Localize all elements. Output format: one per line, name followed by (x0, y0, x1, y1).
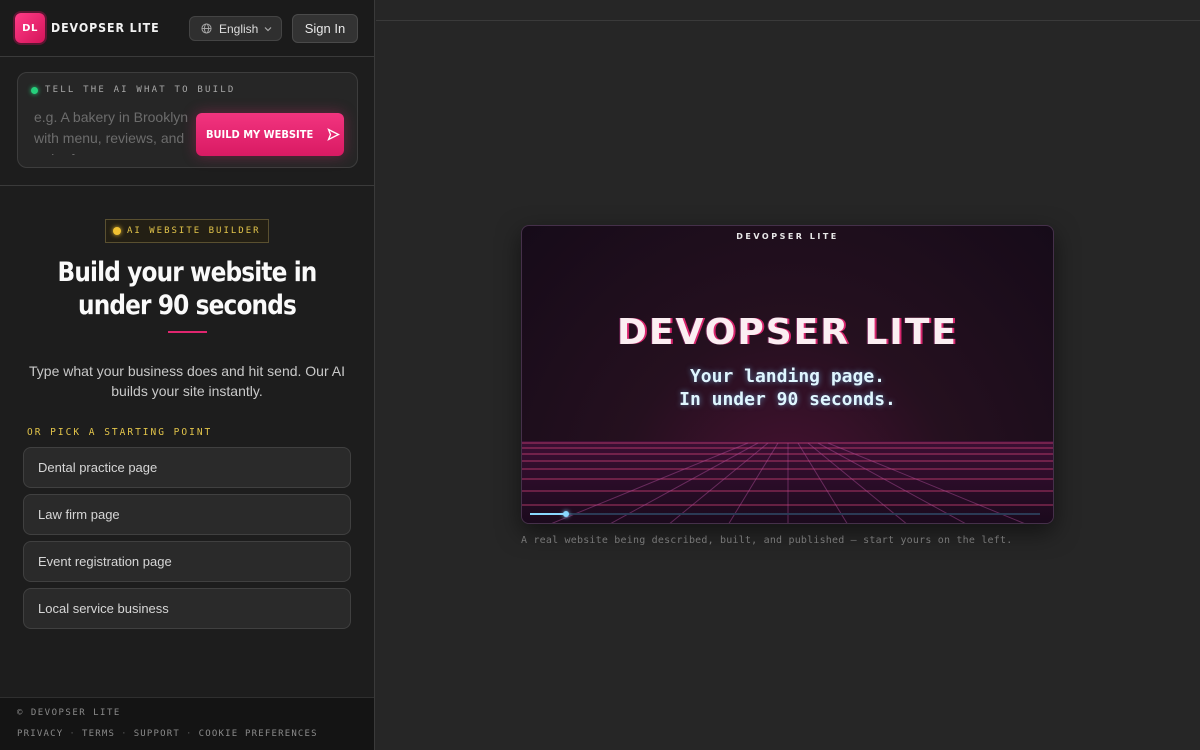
preview-subtitle-line2: In under 90 seconds. (679, 389, 896, 410)
starting-point-dental[interactable]: Dental practice page (23, 447, 351, 488)
prompt-label: TELL THE AI WHAT TO BUILD (31, 85, 235, 95)
language-label: English (219, 21, 259, 36)
footer: © DEVOPSER LITE PRIVACY · TERMS · SUPPOR… (0, 697, 374, 750)
build-button-label: BUILD MY WEBSITE (205, 128, 314, 141)
chevron-down-icon (264, 26, 272, 31)
preview-title: DEVOPSER LITE (617, 312, 958, 353)
video-progress-knob[interactable] (562, 511, 569, 517)
preview-caption: A real website being described, built, a… (521, 535, 1013, 546)
starting-point-event-registration[interactable]: Event registration page (23, 541, 351, 582)
sign-in-button[interactable]: Sign In (292, 14, 358, 43)
language-selector[interactable]: English (189, 16, 282, 41)
copyright: © DEVOPSER LITE (17, 708, 121, 718)
brand-name[interactable]: DEVOPSER LITE (51, 21, 160, 35)
status-dot (31, 86, 38, 94)
retro-grid-graphic (522, 441, 1053, 523)
footer-separator: · (69, 729, 76, 739)
badge-dot (113, 227, 121, 235)
footer-link-cookie-preferences[interactable]: COOKIE PREFERENCES (199, 729, 318, 739)
build-website-button[interactable]: BUILD MY WEBSITE (196, 113, 344, 156)
footer-links: PRIVACY · TERMS · SUPPORT · COOKIE PREFE… (17, 729, 318, 739)
footer-link-privacy[interactable]: PRIVACY (17, 729, 63, 739)
preview-subtitle-line1: Your landing page. (689, 366, 886, 387)
footer-separator: · (186, 729, 193, 739)
send-icon (327, 128, 341, 141)
prompt-section: TELL THE AI WHAT TO BUILD BUILD MY WEBSI… (0, 57, 374, 186)
preview-brand: DEVOPSER LITE (736, 232, 839, 241)
prompt-card: TELL THE AI WHAT TO BUILD BUILD MY WEBSI… (17, 72, 358, 168)
video-progress-bar[interactable] (530, 511, 1040, 517)
video-progress-fill (530, 513, 566, 515)
footer-separator: · (121, 729, 128, 739)
top-bar: DL DEVOPSER LITE English Sign In (0, 0, 374, 57)
badge-text: AI WEBSITE BUILDER (127, 226, 261, 236)
starting-point-label: OR PICK A STARTING POINT (27, 427, 213, 438)
preview-video[interactable]: DEVOPSER LITE DEVOPSER LITE Your landing… (521, 225, 1054, 524)
prompt-input[interactable] (34, 107, 194, 155)
right-divider (376, 20, 1200, 21)
starting-point-local-service[interactable]: Local service business (23, 588, 351, 629)
ai-builder-badge: AI WEBSITE BUILDER (105, 219, 269, 243)
logo-mark[interactable]: DL (15, 13, 45, 43)
starting-point-law-firm[interactable]: Law firm page (23, 494, 351, 535)
hero-subtitle: Type what your business does and hit sen… (29, 363, 345, 399)
left-panel: DL DEVOPSER LITE English Sign In TELL TH… (0, 0, 375, 750)
starting-point-list: Dental practice page Law firm page Event… (23, 447, 351, 635)
prompt-label-text: TELL THE AI WHAT TO BUILD (45, 85, 236, 95)
globe-icon (201, 23, 212, 34)
footer-link-support[interactable]: SUPPORT (134, 729, 180, 739)
hero-title: Build your website in under 90 seconds (57, 257, 318, 321)
footer-link-terms[interactable]: TERMS (82, 729, 115, 739)
title-divider (168, 331, 207, 333)
